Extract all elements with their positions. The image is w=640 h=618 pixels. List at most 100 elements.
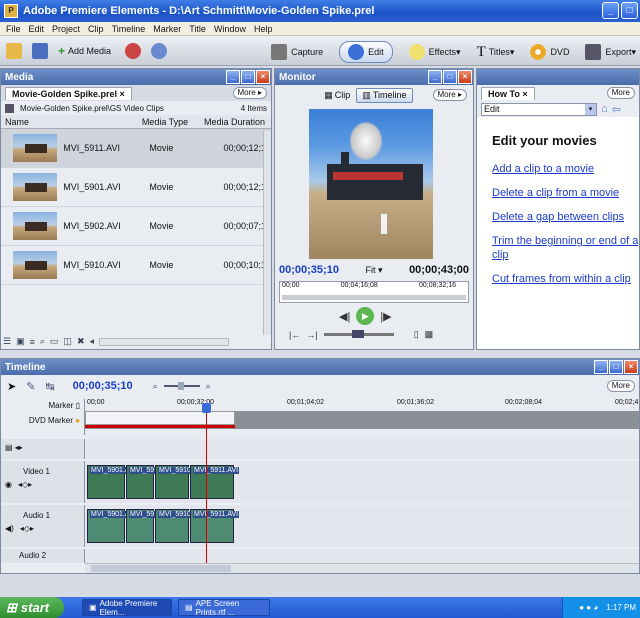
vertical-scrollbar[interactable]	[263, 131, 271, 335]
timeline-ruler[interactable]: 00;00 00;00;32;00 00;01;04;02 00;01;36;0…	[85, 399, 639, 411]
taskbar-item-premiere[interactable]: ▣ Adobe Premiere Elem...	[82, 599, 172, 617]
undo-icon[interactable]	[125, 42, 142, 59]
media-item[interactable]: MVI_5902.AVI Movie 00;00;07;17	[1, 207, 271, 246]
time-stretch-icon[interactable]: ↹	[45, 380, 54, 393]
scroll-left-icon[interactable]: ◂	[89, 336, 94, 347]
effects-button[interactable]: Effects ▾	[408, 44, 461, 60]
close-icon[interactable]: ×	[120, 89, 125, 99]
timeline-clip[interactable]: MVI_5901.AVI	[87, 465, 137, 499]
menu-edit[interactable]: Edit	[25, 24, 49, 34]
home-icon[interactable]: ⌂	[601, 103, 608, 115]
add-media-button[interactable]: + Add Media	[58, 44, 111, 58]
monitor-time-ruler[interactable]: 00;00 00;04;16;08 00;08;32;16	[279, 281, 469, 303]
save-icon[interactable]	[32, 42, 48, 59]
shuttle-slider[interactable]	[323, 330, 394, 338]
panel-close-button[interactable]: ×	[256, 70, 270, 84]
delete-icon[interactable]: ✖	[77, 336, 85, 347]
how-to-link-delete-clip[interactable]: Delete a clip from a movie	[492, 186, 639, 200]
speaker-icon[interactable]: ◀)	[5, 524, 14, 533]
topic-select[interactable]: Edit ▾	[481, 102, 597, 116]
clock[interactable]: 1:17 PM	[606, 603, 636, 612]
dvd-button[interactable]: DVD	[530, 44, 569, 60]
panel-maximize-button[interactable]: □	[443, 70, 457, 84]
timeline-audio-clip[interactable]: MVI_5911.AVI	[190, 509, 240, 543]
how-to-link-cut-frames[interactable]: Cut frames from within a clip	[492, 272, 639, 286]
panel-maximize-button[interactable]: □	[241, 70, 255, 84]
clip-view-toggle[interactable]: ▦ Clip	[324, 90, 350, 101]
timeline-audio-clip[interactable]: MVI_5910.A	[155, 509, 199, 543]
media-item[interactable]: MVI_5910.AVI Movie 00;00;10;13	[1, 246, 271, 285]
menu-timeline[interactable]: Timeline	[108, 24, 150, 34]
snapshot-icon[interactable]: ▩	[425, 329, 434, 340]
media-item[interactable]: MVI_5901.AVI Movie 00;00;12;13	[1, 168, 271, 207]
play-button[interactable]: ▶	[356, 307, 375, 325]
icon-view-icon[interactable]: ▣	[16, 336, 25, 347]
tray-icons[interactable]: ● ● ◕	[579, 603, 598, 612]
list-view-icon[interactable]: ☰	[3, 336, 11, 347]
keyframe-nav-icon[interactable]: ◂◇▸	[18, 480, 32, 489]
timeline-audio-clip[interactable]: MVI_59	[126, 509, 156, 543]
menu-clip[interactable]: Clip	[84, 24, 108, 34]
how-to-link-add-clip[interactable]: Add a clip to a movie	[492, 162, 639, 176]
titles-button[interactable]: T Titles ▾	[477, 44, 515, 61]
menu-help[interactable]: Help	[250, 24, 277, 34]
panel-close-button[interactable]: ×	[624, 360, 638, 374]
more-button[interactable]: More	[606, 380, 635, 392]
menu-title[interactable]: Title	[185, 24, 210, 34]
current-time[interactable]: 00;00;35;10	[279, 264, 339, 276]
column-name[interactable]: Name	[5, 117, 135, 127]
zoom-in-icon[interactable]: ⌕	[206, 381, 211, 392]
how-to-tab[interactable]: How To ×	[481, 86, 535, 100]
keyframe-nav-icon[interactable]: ◂◇▸	[20, 524, 34, 533]
how-to-link-delete-gap[interactable]: Delete a gap between clips	[492, 210, 639, 224]
capture-button[interactable]: Capture	[271, 44, 323, 60]
export-button[interactable]: Export ▾	[585, 44, 636, 60]
timeline-current-time[interactable]: 00;00;35;10	[73, 380, 133, 392]
track-visibility-icon[interactable]: ◉	[5, 480, 12, 489]
timeline-view-toggle[interactable]: ▥ Timeline	[356, 87, 413, 103]
menu-marker[interactable]: Marker	[149, 24, 185, 34]
media-item[interactable]: MVI_5911.AVI Movie 00;00;12;17	[1, 129, 271, 168]
zoom-fit-select[interactable]: Fit ▾	[365, 265, 382, 276]
minimize-button[interactable]: _	[602, 2, 619, 19]
panel-maximize-button[interactable]: □	[609, 360, 623, 374]
timeline-clip[interactable]: MVI_5910.A	[155, 465, 199, 499]
step-forward-icon[interactable]: |▶	[380, 310, 391, 323]
folder-up-icon[interactable]	[5, 103, 14, 113]
work-area-bar[interactable]	[85, 411, 639, 429]
playhead-line[interactable]	[206, 409, 207, 565]
go-to-in-icon[interactable]: |←	[289, 330, 300, 340]
back-arrow-icon[interactable]: ⇦	[612, 103, 621, 116]
column-media-duration[interactable]: Media Duration	[195, 117, 265, 127]
menu-file[interactable]: File	[2, 24, 25, 34]
panel-minimize-button[interactable]: _	[428, 70, 442, 84]
menu-window[interactable]: Window	[210, 24, 250, 34]
horizontal-scrollbar[interactable]	[99, 337, 230, 346]
project-tab[interactable]: Movie-Golden Spike.prel ×	[5, 86, 132, 100]
more-button[interactable]: More ▸	[432, 89, 467, 101]
more-button[interactable]: More	[606, 87, 635, 99]
timeline-clip[interactable]: MVI_59	[126, 465, 156, 499]
panel-minimize-button[interactable]: _	[594, 360, 608, 374]
split-clip-icon[interactable]: ▯	[414, 329, 419, 340]
new-folder-icon[interactable]: ▭	[50, 336, 59, 347]
close-icon[interactable]: ×	[522, 89, 527, 99]
go-to-out-icon[interactable]: →|	[306, 330, 317, 340]
dvd-marker-icon[interactable]: ●	[75, 416, 80, 425]
timeline-audio-clip[interactable]: MVI_5901.AVI	[87, 509, 137, 543]
find-icon[interactable]: ⌕	[40, 336, 45, 347]
more-button[interactable]: More ▸	[232, 87, 267, 99]
open-folder-icon[interactable]	[6, 42, 22, 59]
timeline-horizontal-scrollbar[interactable]	[85, 563, 639, 573]
panel-close-button[interactable]: ×	[458, 70, 472, 84]
playhead-handle[interactable]	[202, 403, 211, 413]
razor-tool-icon[interactable]: ✎	[26, 380, 35, 393]
edit-button[interactable]: Edit	[339, 41, 393, 63]
how-to-link-trim-clip[interactable]: Trim the beginning or end of a clip	[492, 234, 639, 262]
start-button[interactable]: ⊞ start	[0, 597, 64, 618]
zoom-out-icon[interactable]: ⌕	[153, 381, 158, 392]
step-back-icon[interactable]: ◀|	[339, 310, 350, 323]
zoom-slider[interactable]	[163, 382, 200, 390]
new-item-icon[interactable]: ◫	[63, 336, 72, 347]
menu-project[interactable]: Project	[48, 24, 84, 34]
